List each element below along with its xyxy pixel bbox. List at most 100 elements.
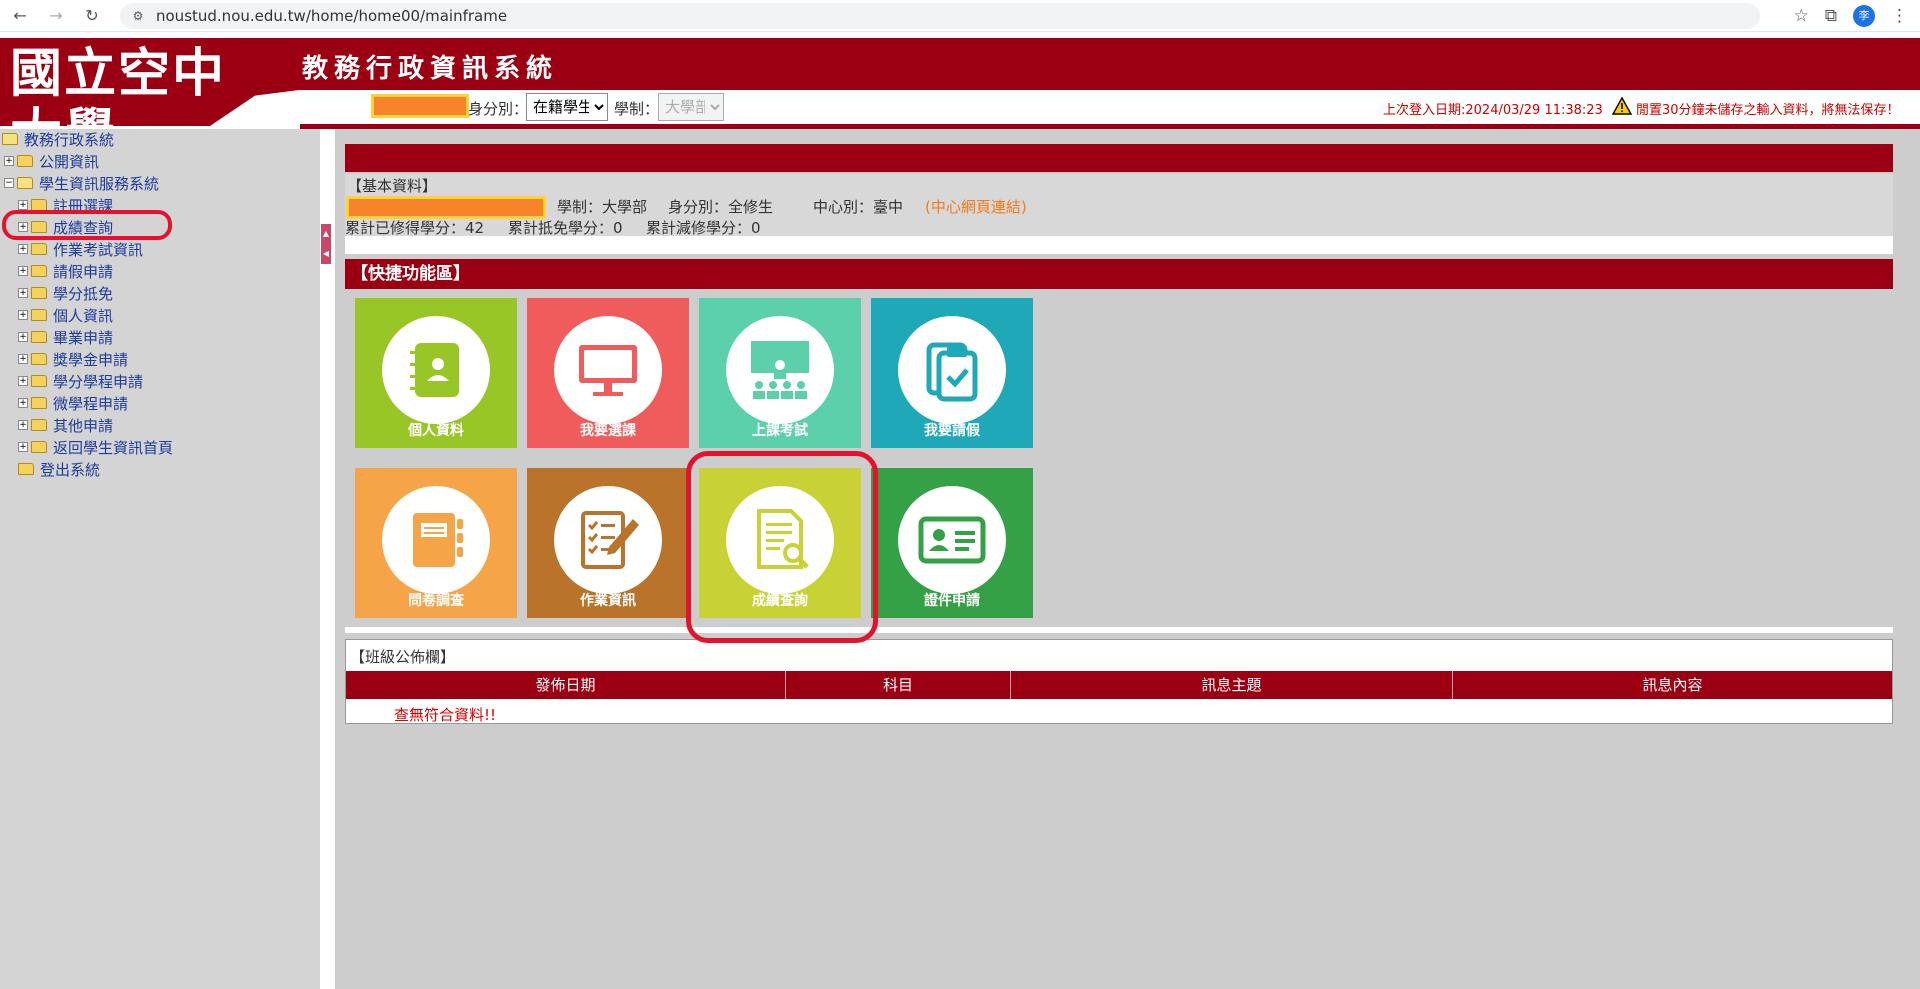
forward-icon[interactable]: → bbox=[44, 5, 68, 27]
expand-icon[interactable]: + bbox=[18, 288, 28, 298]
expand-icon[interactable]: + bbox=[18, 310, 28, 320]
column-header-date: 發佈日期 bbox=[346, 671, 786, 699]
bookmark-star-icon[interactable]: ☆ bbox=[1794, 5, 1809, 27]
bulletin-table-header: 發佈日期 科目 訊息主題 訊息內容 bbox=[346, 671, 1892, 699]
folder-icon bbox=[31, 353, 47, 365]
identity-select[interactable]: 在籍學生 bbox=[526, 93, 608, 121]
bulletin-title: 【班級公佈欄】 bbox=[350, 648, 456, 666]
tile-icon-circle bbox=[554, 316, 662, 424]
contact-book-icon bbox=[410, 343, 459, 397]
tree-item-leave-request[interactable]: + 請假申請 bbox=[18, 261, 113, 281]
tree-item-graduation[interactable]: + 畢業申請 bbox=[18, 327, 113, 347]
folder-icon bbox=[31, 287, 47, 299]
user-info-bar: 身分別： 在籍學生 學制： 大學部 上次登入日期:2024/03/29 11:3… bbox=[300, 90, 1920, 124]
tile-label: 個人資料 bbox=[408, 423, 464, 439]
expand-icon[interactable]: + bbox=[18, 442, 28, 452]
expand-icon[interactable]: + bbox=[18, 266, 28, 276]
back-icon[interactable]: ← bbox=[8, 5, 32, 27]
column-header-content: 訊息內容 bbox=[1642, 676, 1703, 694]
tile-course-selection[interactable]: 我要選課 bbox=[527, 298, 689, 448]
basic-info-title: 【基本資料】 bbox=[347, 177, 438, 195]
tile-label: 證件申請 bbox=[924, 593, 980, 609]
folder-open-icon bbox=[2, 133, 18, 145]
tree-item-scholarship[interactable]: + 獎學金申請 bbox=[18, 349, 128, 369]
folder-open-icon bbox=[17, 177, 33, 189]
tree-item-public-info[interactable]: + 公開資訊 bbox=[4, 151, 99, 171]
profile-avatar[interactable]: 李 bbox=[1853, 5, 1875, 27]
study-center: 中心別：臺中 bbox=[813, 198, 904, 216]
student-identity: 身分別：全修生 bbox=[668, 198, 774, 216]
university-logo: 國立空中大學 bbox=[10, 43, 227, 164]
class-bulletin-board: 【班級公佈欄】 發佈日期 科目 訊息主題 訊息內容 查無符合資料!! bbox=[345, 639, 1893, 724]
main-content: 【基本資料】 學制：大學部 身分別：全修生 中心別：臺中 (中心網頁連結) 累計… bbox=[335, 129, 1920, 989]
expand-icon[interactable]: + bbox=[18, 244, 28, 254]
expand-icon[interactable]: + bbox=[18, 200, 28, 210]
address-bar[interactable]: ⚙ noustud.nou.edu.tw/home/home00/mainfra… bbox=[120, 3, 1760, 29]
center-website-link[interactable]: (中心網頁連結) bbox=[925, 196, 1027, 217]
annotation-highlight-grade-inquiry bbox=[2, 210, 172, 240]
reload-icon[interactable]: ↻ bbox=[80, 5, 104, 27]
warning-icon bbox=[1612, 97, 1632, 115]
tree-root[interactable]: 教務行政系統 bbox=[2, 129, 114, 149]
tree-item-micro-program[interactable]: + 微學程申請 bbox=[18, 393, 128, 413]
tile-icon-circle bbox=[898, 316, 1006, 424]
folder-icon bbox=[31, 265, 47, 277]
site-info-icon[interactable]: ⚙ bbox=[130, 8, 146, 24]
school-label: 學制： bbox=[614, 100, 660, 118]
column-header-subject: 科目 bbox=[786, 671, 1011, 699]
notebook-icon bbox=[413, 513, 463, 567]
folder-icon bbox=[18, 463, 34, 475]
redacted-name bbox=[371, 94, 469, 118]
arrow-left-icon: ◀ bbox=[322, 249, 330, 258]
basic-info-section: 【基本資料】 學制：大學部 身分別：全修生 中心別：臺中 (中心網頁連結) 累計… bbox=[345, 174, 1893, 237]
tree-item-other-applications[interactable]: + 其他申請 bbox=[18, 415, 113, 435]
expand-icon[interactable]: + bbox=[18, 332, 28, 342]
school-select: 大學部 bbox=[658, 93, 724, 121]
idle-warning-text: 閒置30分鐘未儲存之輸入資料，將無法保存！ bbox=[1636, 103, 1900, 118]
tile-label: 我要選課 bbox=[580, 423, 636, 439]
expand-icon[interactable]: + bbox=[18, 398, 28, 408]
folder-icon bbox=[31, 309, 47, 321]
tile-label: 我要請假 bbox=[924, 423, 980, 439]
annotation-highlight-grade-tile bbox=[686, 451, 878, 643]
quick-functions-title: 【快捷功能區】 bbox=[345, 259, 1893, 289]
extensions-icon[interactable]: ⧉ bbox=[1825, 5, 1837, 27]
tree-item-personal-info[interactable]: + 個人資訊 bbox=[18, 305, 113, 325]
tree-item-student-service[interactable]: − 學生資訊服務系統 bbox=[4, 173, 159, 193]
tile-icon-circle bbox=[382, 486, 490, 594]
last-login-time: 上次登入日期:2024/03/29 11:38:23 bbox=[1383, 103, 1603, 118]
id-card-icon bbox=[918, 516, 986, 564]
school-system: 學制：大學部 bbox=[557, 198, 648, 216]
credits-earned: 累計已修得學分：42 bbox=[345, 219, 485, 237]
expand-icon[interactable]: + bbox=[18, 376, 28, 386]
expand-icon[interactable]: + bbox=[4, 156, 14, 166]
tile-personal-info[interactable]: 個人資料 bbox=[355, 298, 517, 448]
tile-label: 上課考試 bbox=[752, 423, 808, 439]
tree-item-assignment-exam[interactable]: + 作業考試資訊 bbox=[18, 239, 143, 259]
no-data-message: 查無符合資料!! bbox=[394, 706, 497, 724]
collapse-icon[interactable]: − bbox=[4, 178, 14, 188]
tile-certificate-application[interactable]: 證件申請 bbox=[871, 468, 1033, 618]
tile-survey[interactable]: 問卷調查 bbox=[355, 468, 517, 618]
folder-icon bbox=[31, 331, 47, 343]
sidebar-collapse-handle[interactable]: ▲ ◀ bbox=[321, 224, 331, 264]
expand-icon[interactable]: + bbox=[18, 354, 28, 364]
tile-leave-request[interactable]: 我要請假 bbox=[871, 298, 1033, 448]
tile-label: 作業資訊 bbox=[580, 593, 636, 609]
tile-assignment-info[interactable]: 作業資訊 bbox=[527, 468, 689, 618]
tree-item-back-home[interactable]: + 返回學生資訊首頁 bbox=[18, 437, 173, 457]
tile-label: 問卷調查 bbox=[408, 593, 464, 609]
url-text: noustud.nou.edu.tw/home/home00/mainframe bbox=[156, 7, 508, 25]
tile-class-exam[interactable]: 上課考試 bbox=[699, 298, 861, 448]
tree-item-logout[interactable]: 登出系統 bbox=[18, 459, 100, 479]
section-gap bbox=[345, 627, 1893, 633]
folder-icon bbox=[31, 375, 47, 387]
menu-icon[interactable]: ⋮ bbox=[1891, 5, 1908, 27]
column-header-topic: 訊息主題 bbox=[1011, 671, 1453, 699]
monitor-icon bbox=[579, 345, 637, 396]
header-banner bbox=[0, 38, 1920, 90]
folder-icon bbox=[31, 441, 47, 453]
expand-icon[interactable]: + bbox=[18, 420, 28, 430]
tree-item-credit-waiver[interactable]: + 學分抵免 bbox=[18, 283, 113, 303]
tree-item-credit-program[interactable]: + 學分學程申請 bbox=[18, 371, 143, 391]
